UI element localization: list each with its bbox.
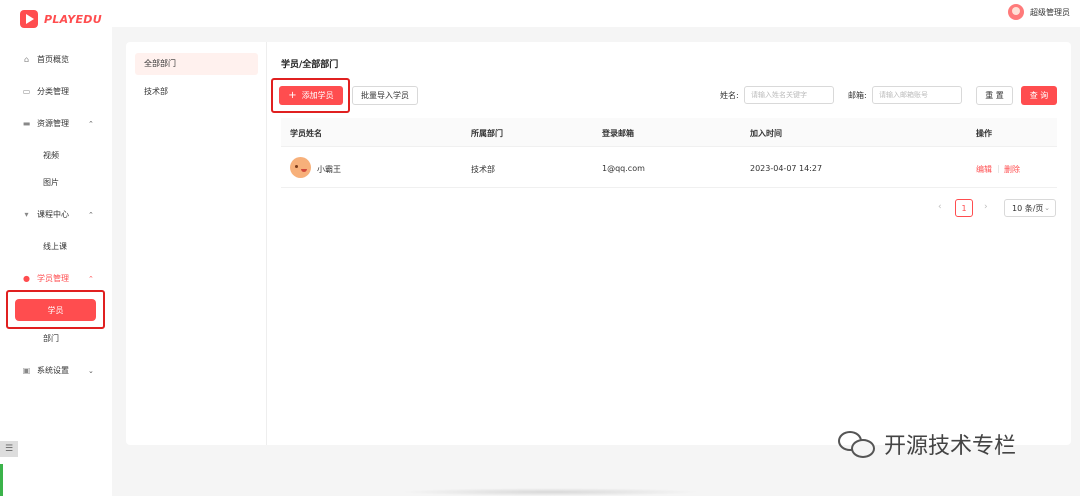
student-department: 技术部	[471, 165, 495, 174]
top-bar: 超级管理员	[112, 0, 1080, 27]
user-name: 超级管理员	[1030, 7, 1070, 17]
chevron-up-icon: ⌃	[88, 210, 94, 219]
department-panel: 全部部门 技术部	[126, 42, 267, 445]
app-logo[interactable]: PLAYEDU	[20, 10, 102, 28]
sidebar-subitem-students[interactable]: 学员	[15, 299, 96, 321]
dept-item-tech[interactable]: 技术部	[135, 81, 258, 103]
sidebar: PLAYEDU ⌂ 首页概览 ▭ 分类管理 ▬ 资源管理 ⌃ 视频 图片 ▾ 课…	[0, 0, 112, 496]
user-menu[interactable]: 超级管理员	[1008, 4, 1070, 20]
sidebar-subitem-image[interactable]: 图片	[43, 177, 59, 188]
student-joined: 2023-04-07 14:27	[750, 164, 823, 173]
chevron-down-icon: ⌄	[1044, 204, 1050, 212]
sidebar-item-students[interactable]: ● 学员管理 ⌃	[22, 273, 94, 284]
sidebar-item-label: 课程中心	[37, 210, 69, 219]
table-row: 小霸王 技术部 1@qq.com 2023-04-07 14:27 编辑 | 删…	[281, 148, 1057, 188]
sidebar-item-courses[interactable]: ▾ 课程中心 ⌃	[22, 209, 93, 220]
home-icon: ⌂	[23, 54, 30, 64]
page-1-button[interactable]: 1	[955, 199, 973, 217]
plus-icon: +	[288, 90, 297, 101]
sidebar-item-category[interactable]: ▭ 分类管理	[22, 86, 69, 97]
prev-page-button[interactable]: ‹	[938, 202, 942, 212]
side-indicator-bar	[0, 464, 3, 496]
sidebar-item-label: 首页概览	[37, 55, 69, 64]
name-search-input[interactable]	[744, 86, 834, 104]
next-page-button[interactable]: ›	[984, 202, 988, 212]
add-student-button[interactable]: + 添加学员	[279, 86, 343, 105]
bottom-shadow	[400, 488, 700, 496]
column-header: 登录邮箱	[602, 129, 634, 138]
watermark-text: 开源技术专栏	[884, 434, 1017, 459]
user-icon: ●	[23, 273, 30, 283]
student-email: 1@qq.com	[602, 164, 645, 173]
avatar	[290, 157, 311, 178]
name-search-label: 姓名:	[720, 91, 739, 100]
sidebar-item-label: 学员管理	[37, 274, 69, 283]
settings-icon: ▣	[22, 365, 31, 375]
breadcrumb: 学员/全部部门	[281, 60, 339, 70]
email-search-label: 邮箱:	[848, 91, 867, 100]
logo-play-icon	[20, 10, 38, 28]
course-icon: ▾	[24, 209, 29, 219]
sidebar-subitem-video[interactable]: 视频	[43, 150, 59, 161]
page-size-select[interactable]: 10 条/页 ⌄	[1004, 199, 1056, 217]
resource-icon: ▬	[22, 118, 31, 128]
sidebar-item-resources[interactable]: ▬ 资源管理 ⌃	[22, 118, 94, 129]
avatar	[1008, 4, 1024, 20]
column-header: 操作	[976, 129, 992, 138]
query-button[interactable]: 查 询	[1021, 86, 1057, 105]
add-student-label: 添加学员	[301, 91, 334, 100]
sidebar-item-home[interactable]: ⌂ 首页概览	[22, 54, 69, 65]
reset-button[interactable]: 重 置	[976, 86, 1013, 105]
logo-text: PLAYEDU	[44, 12, 102, 26]
batch-import-button[interactable]: 批量导入学员	[352, 86, 418, 105]
email-search-input[interactable]	[872, 86, 962, 104]
action-divider: |	[997, 164, 1000, 173]
sidebar-subitem-online-course[interactable]: 线上课	[43, 241, 67, 252]
sidebar-item-label: 系统设置	[37, 366, 69, 375]
chevron-up-icon: ⌃	[88, 119, 94, 128]
sidebar-item-label: 分类管理	[37, 87, 69, 96]
category-icon: ▭	[22, 86, 31, 96]
dept-item-all[interactable]: 全部部门	[135, 53, 258, 75]
wechat-icon	[838, 429, 876, 459]
column-header: 所属部门	[471, 129, 503, 138]
watermark: 开源技术专栏	[838, 428, 1016, 460]
page-size-value: 10 条/页	[1012, 203, 1044, 213]
chevron-down-icon: ⌄	[88, 366, 94, 375]
sidebar-item-label: 资源管理	[37, 119, 69, 128]
collapse-menu-icon[interactable]: ☰	[0, 441, 18, 457]
column-header: 加入时间	[750, 129, 782, 138]
sidebar-subitem-departments[interactable]: 部门	[43, 333, 59, 344]
sidebar-item-settings[interactable]: ▣ 系统设置 ⌄	[22, 365, 94, 376]
student-name: 小霸王	[317, 165, 341, 174]
edit-link[interactable]: 编辑	[976, 164, 992, 175]
column-header: 学员姓名	[290, 129, 322, 138]
delete-link[interactable]: 删除	[1004, 164, 1020, 175]
chevron-up-icon: ⌃	[88, 274, 94, 283]
table-header: 学员姓名 所属部门 登录邮箱 加入时间 操作	[281, 118, 1057, 147]
